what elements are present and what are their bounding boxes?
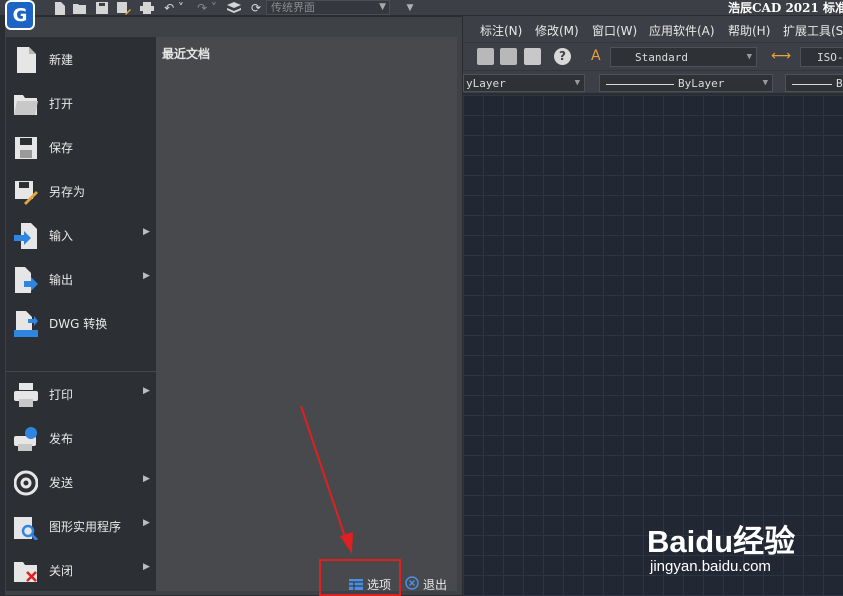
watermark-brand: Baidu经验 — [647, 524, 796, 559]
annotation-arrow-line — [300, 405, 347, 541]
watermark-url: jingyan.baidu.com — [650, 558, 771, 575]
app-window: ↶ ˅ ↷ ˅ ⟳ 传统界面 ▼ ▼ 浩辰CAD 2021 标准版 标注(N) … — [0, 0, 843, 596]
annotation-arrowhead — [340, 532, 353, 554]
annotation-highlight-box — [319, 559, 401, 596]
watermark: Baidu经验 jingyan.baidu.com — [647, 502, 843, 596]
